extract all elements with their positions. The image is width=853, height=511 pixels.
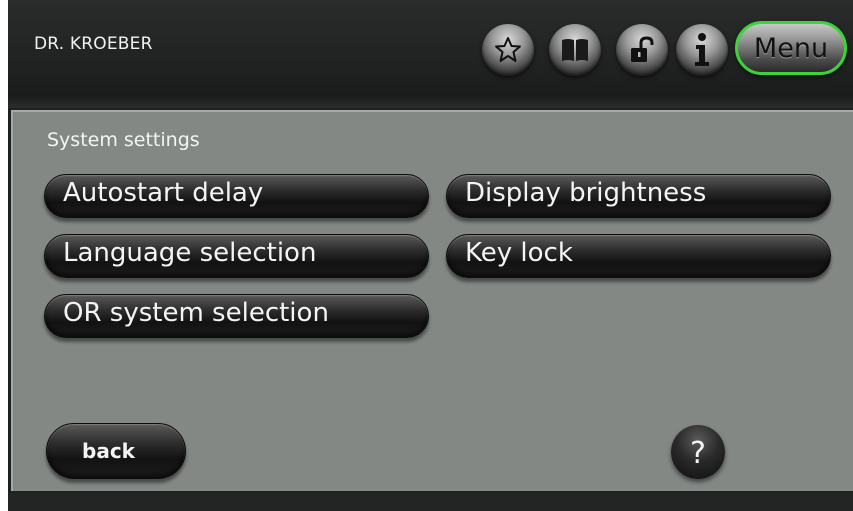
book-icon	[562, 39, 588, 61]
language-selection-button[interactable]: Language selection	[44, 234, 429, 278]
autostart-delay-label: Autostart delay	[63, 178, 264, 208]
header-shadow	[8, 96, 853, 108]
menu-button[interactable]: Menu	[735, 21, 847, 75]
or-system-selection-label: OR system selection	[63, 298, 329, 328]
bottom-strip	[8, 493, 853, 511]
settings-panel: System settings Autostart delay Display …	[11, 110, 853, 491]
lock-button[interactable]	[616, 24, 668, 76]
user-name: DR. KROEBER	[34, 34, 153, 54]
back-button-label: back	[82, 439, 135, 463]
display-brightness-label: Display brightness	[465, 178, 707, 208]
key-lock-button[interactable]: Key lock	[446, 234, 831, 278]
autostart-delay-button[interactable]: Autostart delay	[44, 174, 429, 218]
info-button[interactable]	[676, 24, 728, 76]
device-frame: DR. KROEBER Menu System settings Autosta…	[8, 0, 853, 511]
favorites-button[interactable]	[482, 24, 534, 76]
or-system-selection-button[interactable]: OR system selection	[44, 294, 429, 338]
star-icon	[495, 37, 521, 62]
header-bar: DR. KROEBER Menu	[8, 0, 853, 96]
help-button[interactable]: ?	[671, 425, 725, 479]
back-button[interactable]: back	[46, 423, 186, 479]
book-button[interactable]	[549, 24, 601, 76]
menu-button-label: Menu	[753, 32, 829, 64]
panel-title: System settings	[47, 129, 200, 151]
language-selection-label: Language selection	[63, 238, 317, 268]
info-icon	[695, 33, 709, 66]
screen: DR. KROEBER Menu System settings Autosta…	[0, 0, 853, 511]
display-brightness-button[interactable]: Display brightness	[446, 174, 831, 218]
key-lock-label: Key lock	[465, 238, 573, 268]
help-icon: ?	[690, 435, 706, 471]
unlock-icon	[631, 36, 654, 62]
